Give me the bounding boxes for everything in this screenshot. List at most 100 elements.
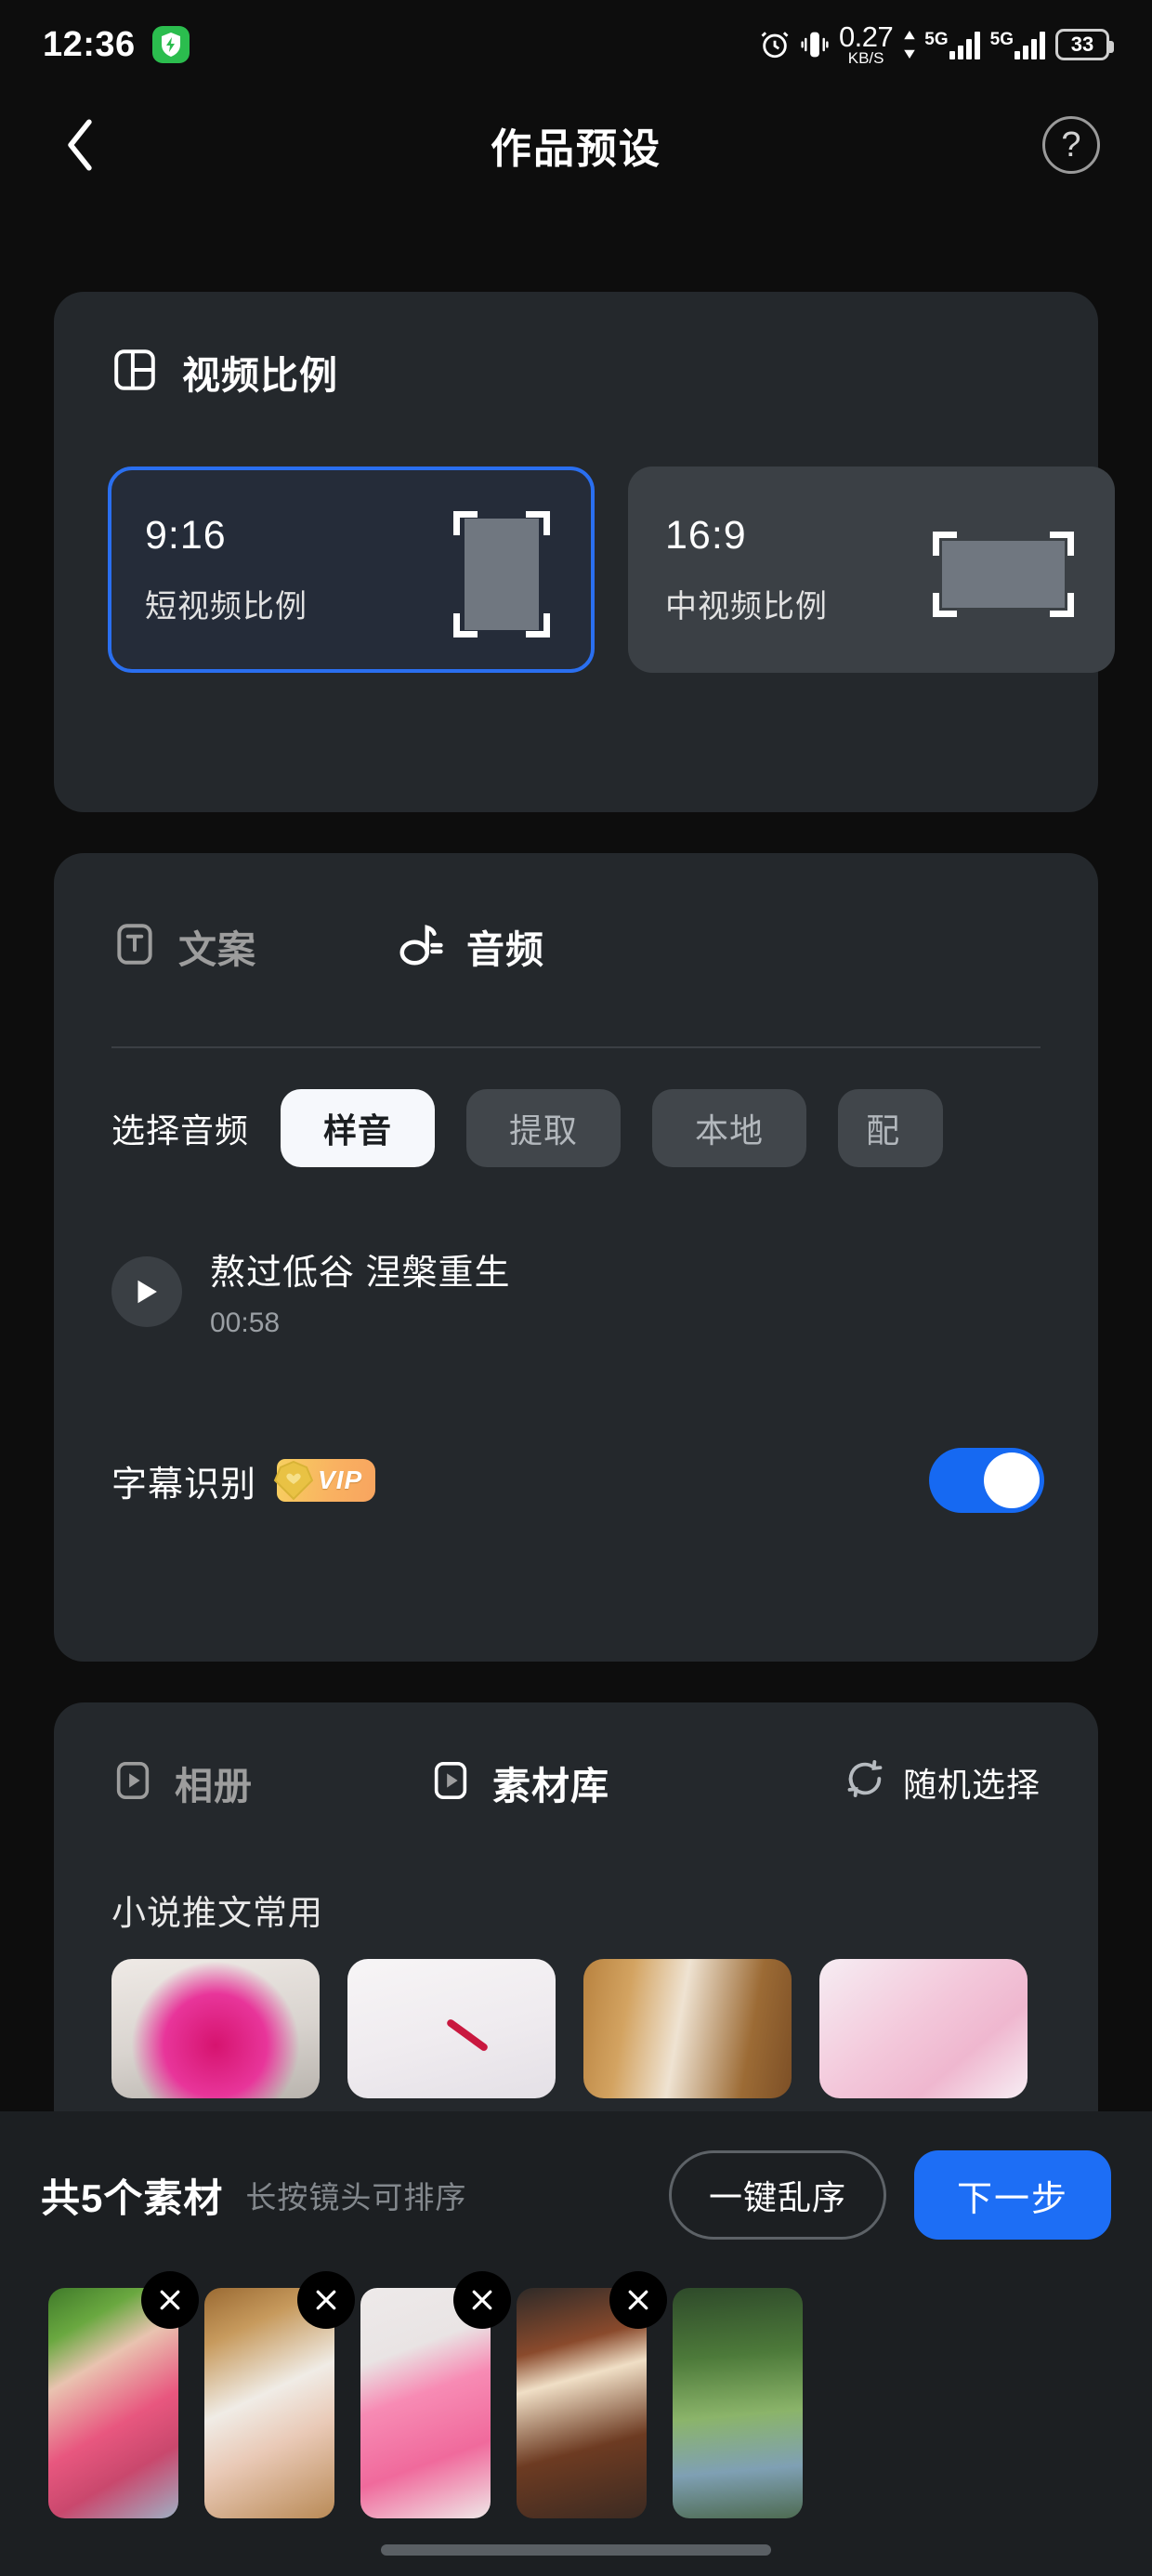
clip-item[interactable] xyxy=(360,2271,511,2518)
video-ratio-header: 视频比例 xyxy=(111,344,338,401)
audio-card-tabs: 文案 音频 xyxy=(111,918,544,976)
shield-bolt-icon xyxy=(151,26,190,63)
material-thumbnail[interactable] xyxy=(347,1959,556,2098)
clip-item[interactable] xyxy=(673,2288,803,2518)
back-button[interactable] xyxy=(52,117,108,173)
status-bar: 12:36 0.27 KB/S 5G 5G 33 xyxy=(0,0,1152,89)
signal-bars-icon xyxy=(1015,30,1045,59)
text-box-icon xyxy=(111,921,158,972)
video-ratio-options: 9:16 短视频比例 16:9 中视频比例 xyxy=(108,467,1115,673)
tab-material-library[interactable]: 素材库 xyxy=(429,1755,609,1812)
vip-diamond-icon xyxy=(268,1454,320,1506)
subtitle-recognition-row: 字幕识别 VIP xyxy=(111,1448,1044,1513)
vip-badge[interactable]: VIP xyxy=(273,1459,376,1502)
help-button[interactable]: ? xyxy=(1042,116,1100,174)
selected-clips-strip xyxy=(0,2271,803,2518)
tab-album-label: 相册 xyxy=(175,1765,253,1807)
close-icon xyxy=(160,2290,180,2310)
subtitle-recognition-label: 字幕识别 xyxy=(111,1465,257,1505)
video-ratio-title: 视频比例 xyxy=(182,344,338,401)
battery-icon: 33 xyxy=(1055,28,1114,60)
refresh-shuffle-icon xyxy=(844,1757,886,1808)
close-icon xyxy=(316,2290,336,2310)
tab-copywriting[interactable]: 文案 xyxy=(111,918,256,974)
status-bar-left: 12:36 xyxy=(43,25,190,65)
random-select-button[interactable]: 随机选择 xyxy=(844,1757,1041,1808)
home-indicator xyxy=(381,2544,771,2556)
shuffle-button[interactable]: 一键乱序 xyxy=(668,2150,886,2240)
battery-percent: 33 xyxy=(1070,32,1094,56)
crop-frame-portrait-icon xyxy=(453,511,550,637)
play-icon xyxy=(137,1280,157,1303)
music-note-icon xyxy=(396,919,446,974)
tab-copywriting-label: 文案 xyxy=(178,928,256,971)
audio-track-row[interactable]: 熬过低谷 涅槃重生 00:58 xyxy=(111,1243,511,1339)
sim1-signal: 5G xyxy=(924,29,980,59)
tab-audio[interactable]: 音频 xyxy=(396,918,544,976)
sim1-network-label: 5G xyxy=(924,29,949,49)
sim2-signal: 5G xyxy=(990,30,1045,59)
app-screen: 12:36 0.27 KB/S 5G 5G 33 作品预设 ? 视频比例 9:1… xyxy=(0,0,1152,2576)
tab-audio-label-text: 音频 xyxy=(466,928,544,971)
network-arrows-icon xyxy=(903,30,916,59)
clip-delete-button[interactable] xyxy=(297,2271,355,2329)
select-audio-label: 选择音频 xyxy=(111,1111,250,1150)
title-bar: 作品预设 ? xyxy=(0,89,1152,201)
ratio-value: 16:9 xyxy=(665,513,747,558)
status-time: 12:36 xyxy=(43,24,136,64)
clip-item[interactable] xyxy=(204,2271,355,2518)
sim2-network-label: 5G xyxy=(989,29,1014,49)
material-thumbnail[interactable] xyxy=(111,1959,320,2098)
subtitle-recognition-toggle[interactable] xyxy=(929,1448,1044,1513)
status-bar-right: 0.27 KB/S 5G 5G 33 xyxy=(759,20,1114,66)
tab-material-library-label-text: 素材库 xyxy=(492,1765,609,1807)
clip-item[interactable] xyxy=(48,2271,199,2518)
ratio-desc: 中视频比例 xyxy=(665,589,828,624)
audio-card: 文案 音频 选择音频 样音 提取 本地 配 熬过低谷 涅槃重生 00:58 字幕… xyxy=(54,853,1098,1662)
ratio-option-9-16[interactable]: 9:16 短视频比例 xyxy=(108,467,595,673)
video-ratio-card: 视频比例 9:16 短视频比例 16:9 中视频比例 xyxy=(54,292,1115,812)
audio-track-duration: 00:58 xyxy=(210,1308,281,1338)
help-icon: ? xyxy=(1061,125,1081,164)
material-card-tabs: 相册 素材库 随机选择 xyxy=(111,1755,1041,1812)
audio-track-title: 熬过低谷 涅槃重生 xyxy=(210,1254,511,1293)
ratio-value: 9:16 xyxy=(145,513,227,558)
play-square-icon xyxy=(429,1759,472,1807)
ratio-desc: 短视频比例 xyxy=(145,589,308,624)
clip-delete-button[interactable] xyxy=(141,2271,199,2329)
clip-delete-button[interactable] xyxy=(453,2271,511,2329)
signal-bars-icon xyxy=(949,30,980,59)
play-button[interactable] xyxy=(111,1255,182,1327)
tab-audio-label: 音频 xyxy=(466,918,544,976)
clip-delete-button[interactable] xyxy=(609,2271,667,2329)
crop-frame-landscape-icon xyxy=(933,532,1074,617)
chip-sample-audio[interactable]: 样音 xyxy=(281,1089,436,1167)
vibrate-icon xyxy=(801,29,829,60)
chip-dubbing[interactable]: 配 xyxy=(838,1089,944,1167)
bottom-action-bar: 共5个素材 长按镜头可排序 一键乱序 下一步 xyxy=(0,2111,1152,2576)
network-speed-value: 0.27 xyxy=(838,20,894,54)
clip-item[interactable] xyxy=(517,2271,667,2518)
ratio-option-16-9[interactable]: 16:9 中视频比例 xyxy=(628,467,1115,673)
layout-panel-icon xyxy=(111,347,158,398)
material-category-title: 小说推文常用 xyxy=(111,1894,323,1932)
close-icon xyxy=(628,2290,648,2310)
material-card: 相册 素材库 随机选择 小说推文常用 xyxy=(54,1702,1098,2167)
material-count-label: 共5个素材 xyxy=(41,2175,224,2220)
material-thumbnail[interactable] xyxy=(583,1959,792,2098)
tab-album[interactable]: 相册 xyxy=(111,1755,253,1810)
ratio-option-9-16-text: 9:16 短视频比例 xyxy=(145,513,308,626)
audio-track-info: 熬过低谷 涅槃重生 00:58 xyxy=(210,1243,511,1339)
random-select-label: 随机选择 xyxy=(902,1766,1041,1804)
tab-material-library-label: 素材库 xyxy=(492,1755,609,1812)
audio-card-divider xyxy=(111,1046,1041,1048)
ratio-option-16-9-text: 16:9 中视频比例 xyxy=(665,513,828,626)
material-thumbnail-grid xyxy=(111,1959,1028,2098)
chip-extract[interactable]: 提取 xyxy=(466,1089,622,1167)
material-thumbnail[interactable] xyxy=(819,1959,1028,2098)
alarm-clock-icon xyxy=(759,29,791,60)
chip-local[interactable]: 本地 xyxy=(652,1089,807,1167)
next-step-button[interactable]: 下一步 xyxy=(913,2150,1111,2240)
video-ratio-title-text: 视频比例 xyxy=(182,354,338,397)
clip-thumbnail xyxy=(673,2288,803,2518)
